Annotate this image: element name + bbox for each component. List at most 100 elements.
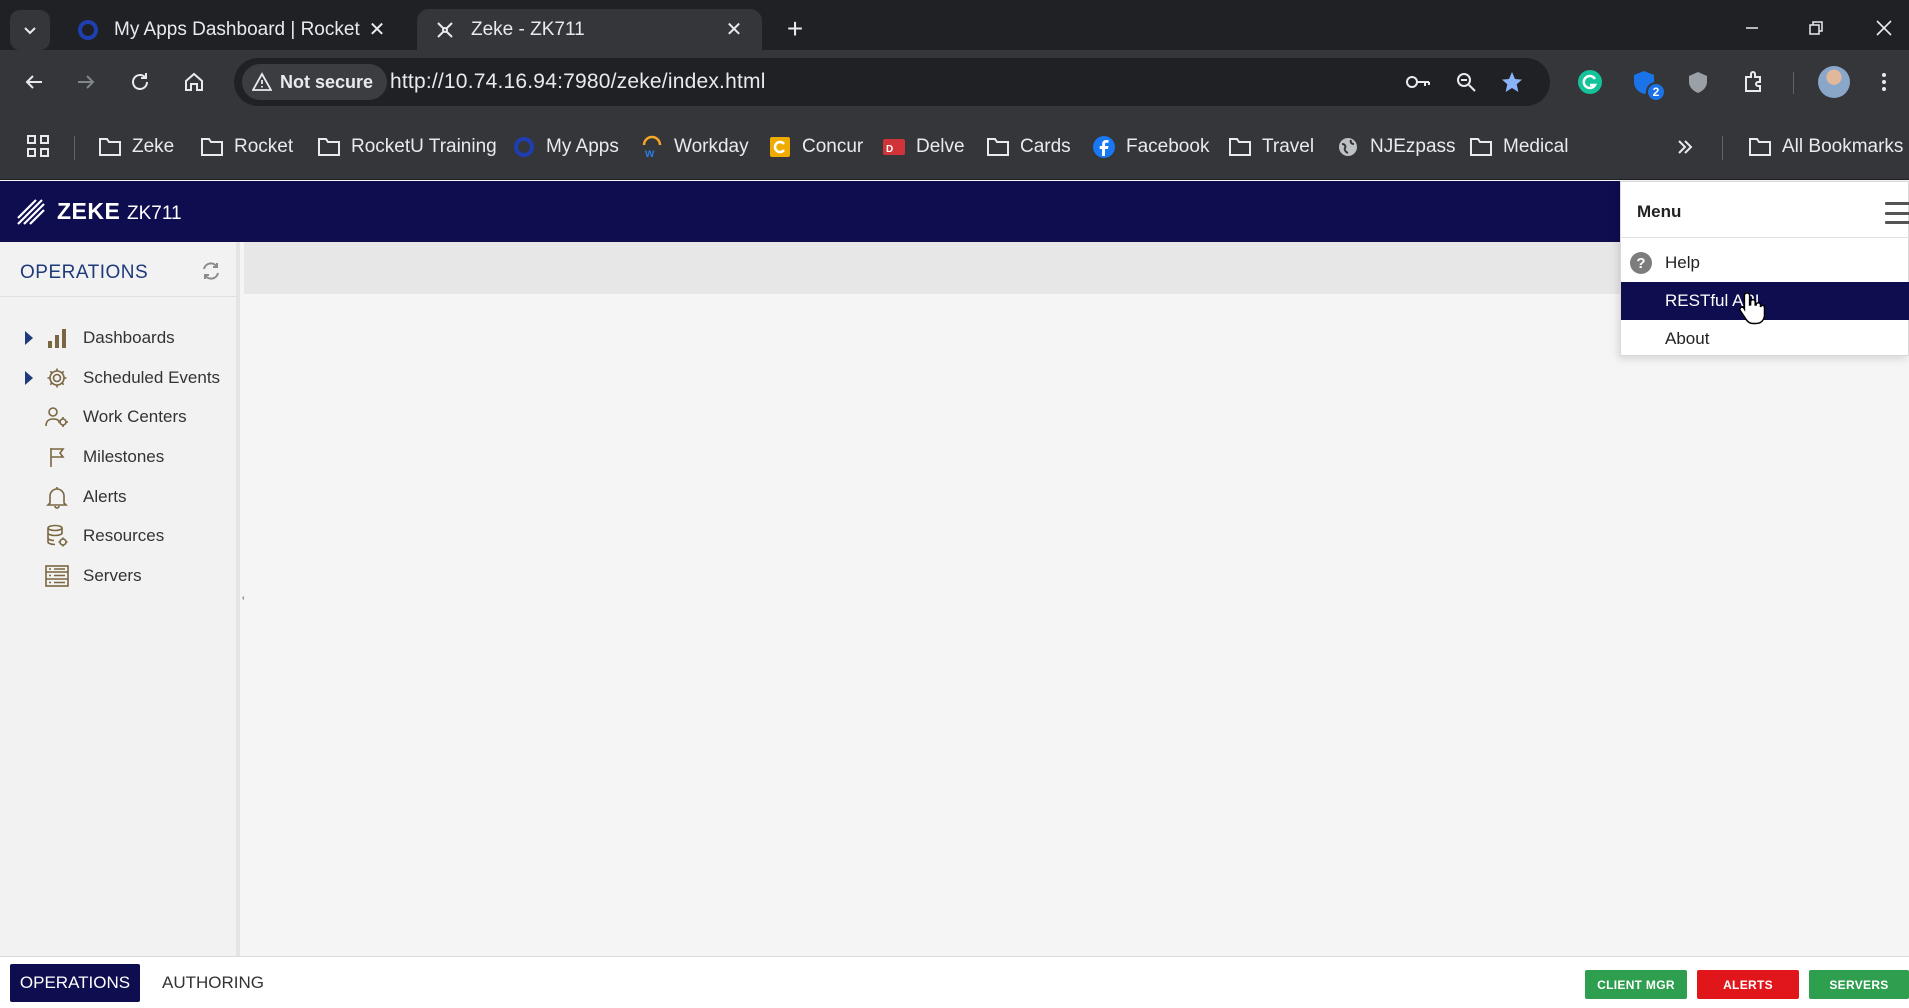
sidebar-item-label: Resources (83, 526, 165, 545)
sidebar-item-dashboards[interactable]: Dashboards (0, 318, 236, 358)
shield-extension-icon[interactable]: 2 (1624, 62, 1666, 102)
folder-icon (317, 135, 341, 159)
bookmarks-bar: Zeke Rocket RocketU Training My Apps w W… (0, 114, 1909, 180)
svg-text:w: w (644, 146, 655, 159)
menu-item-about[interactable]: About (1621, 320, 1909, 358)
footer-tab-authoring[interactable]: AUTHORING (150, 964, 276, 1002)
sidebar-item-label: Milestones (83, 447, 165, 466)
menu-header[interactable]: Menu (1621, 182, 1909, 238)
home-button[interactable] (174, 62, 214, 102)
shield-gray-extension-icon[interactable] (1678, 62, 1718, 102)
browser-tab-strip: My Apps Dashboard | Rocket Sc ✕ Zeke - Z… (0, 0, 1909, 50)
folder-icon (1469, 135, 1493, 159)
app-footer: OPERATIONS AUTHORING CLIENT MGR ALERTS S… (0, 956, 1909, 1008)
arrow-right-icon (78, 75, 95, 89)
tab-title: Zeke - ZK711 (471, 18, 585, 40)
flag-icon (45, 445, 69, 469)
client-mgr-button[interactable]: CLIENT MGR (1585, 970, 1687, 999)
bookmark-facebook[interactable]: Facebook (1092, 132, 1209, 162)
svg-text:D: D (886, 144, 893, 155)
bookmark-label: RocketU Training (351, 136, 497, 157)
browser-tab-my-apps[interactable]: My Apps Dashboard | Rocket Sc ✕ (60, 9, 405, 50)
restore-icon (1809, 21, 1823, 35)
sidebar-item-resources[interactable]: Resources (0, 516, 236, 556)
chevron-down-icon (24, 27, 36, 35)
more-bookmarks-button[interactable] (1675, 132, 1695, 162)
warning-icon (252, 72, 272, 91)
sidebar-item-label: Servers (83, 566, 142, 585)
minimize-button[interactable] (1732, 8, 1772, 48)
servers-button[interactable]: SERVERS (1809, 970, 1909, 999)
menu-item-restful-api[interactable]: RESTful API (1621, 282, 1909, 320)
forward-button[interactable] (66, 62, 106, 102)
sidebar-item-alerts[interactable]: Alerts (0, 477, 236, 517)
sidebar-item-scheduled-events[interactable]: Scheduled Events (0, 358, 236, 398)
minimize-icon (1746, 27, 1758, 29)
bookmark-rocketu-training[interactable]: RocketU Training (317, 132, 497, 162)
zeke-logo-icon (17, 199, 45, 225)
apps-grid-icon[interactable] (26, 134, 50, 158)
new-tab-button[interactable]: + (780, 14, 810, 44)
people-gear-icon (45, 405, 69, 429)
zoom-icon[interactable] (1450, 66, 1482, 98)
restore-button[interactable] (1796, 8, 1836, 48)
bookmark-label: NJEzpass (1370, 136, 1456, 157)
security-label: Not secure (280, 71, 374, 92)
browser-tab-zeke[interactable]: Zeke - ZK711 ✕ (417, 9, 762, 50)
bookmark-rocket[interactable]: Rocket (200, 132, 293, 162)
caret-right-icon[interactable] (24, 331, 34, 345)
refresh-button[interactable] (198, 258, 224, 284)
bookmark-label: Concur (802, 136, 864, 157)
instance-name: ZK711 (127, 203, 182, 224)
sidebar-item-work-centers[interactable]: Work Centers (0, 397, 236, 437)
bookmark-travel[interactable]: Travel (1228, 132, 1314, 162)
bookmark-zeke[interactable]: Zeke (98, 132, 174, 162)
tab-search-button[interactable] (10, 10, 50, 50)
sidebar-item-label: Scheduled Events (83, 368, 221, 387)
url-text[interactable]: http://10.74.16.94:7980/zeke/index.html (390, 70, 766, 94)
bookmark-concur[interactable]: Concur (768, 132, 863, 162)
bookmark-label: Medical (1503, 136, 1569, 157)
address-bar[interactable]: Not secure http://10.74.16.94:7980/zeke/… (234, 58, 1550, 106)
grammarly-extension-icon[interactable] (1570, 62, 1610, 102)
alerts-button[interactable]: ALERTS (1697, 970, 1799, 999)
extensions-puzzle-icon[interactable] (1734, 62, 1774, 102)
globe-icon (1336, 135, 1360, 159)
caret-right-icon[interactable] (24, 371, 34, 385)
bookmark-cards[interactable]: Cards (986, 132, 1071, 162)
server-list-icon (45, 564, 69, 588)
bookmark-my-apps[interactable]: My Apps (512, 132, 619, 162)
sidebar-item-servers[interactable]: Servers (0, 556, 236, 596)
bookmark-workday[interactable]: w Workday (640, 132, 749, 162)
menu-item-help[interactable]: ? Help (1621, 244, 1909, 282)
okta-icon (76, 18, 100, 42)
close-icon[interactable]: ✕ (365, 18, 389, 42)
reload-button[interactable] (120, 62, 160, 102)
bookmark-label: Delve (916, 136, 965, 157)
close-icon[interactable]: ✕ (722, 18, 746, 42)
close-window-button[interactable] (1864, 8, 1904, 48)
back-button[interactable] (14, 62, 54, 102)
close-icon (1876, 20, 1892, 36)
bookmark-medical[interactable]: Medical (1469, 132, 1568, 162)
bookmark-label: All Bookmarks (1782, 136, 1904, 157)
site-info-button[interactable]: Not secure (242, 64, 388, 100)
folder-icon (1748, 135, 1772, 159)
bookmark-label: Facebook (1126, 136, 1210, 157)
arrow-left-icon (25, 75, 42, 89)
profile-avatar[interactable] (1818, 66, 1850, 98)
refresh-icon (203, 262, 219, 280)
browser-menu-icon[interactable] (1870, 68, 1898, 96)
bookmark-star-icon[interactable] (1496, 66, 1528, 98)
hamburger-menu-icon[interactable] (1885, 202, 1909, 224)
home-icon (185, 72, 203, 91)
bookmark-label: Zeke (132, 136, 175, 157)
toolbar-divider (1793, 72, 1794, 94)
password-key-icon[interactable] (1402, 66, 1434, 98)
footer-tab-operations[interactable]: OPERATIONS (10, 964, 140, 1002)
sidebar-item-milestones[interactable]: Milestones (0, 437, 236, 477)
bookmark-njezpass[interactable]: NJEzpass (1336, 132, 1456, 162)
bookmark-label: Travel (1262, 136, 1315, 157)
bookmark-delve[interactable]: D Delve (882, 132, 965, 162)
all-bookmarks-button[interactable]: All Bookmarks (1748, 132, 1903, 162)
